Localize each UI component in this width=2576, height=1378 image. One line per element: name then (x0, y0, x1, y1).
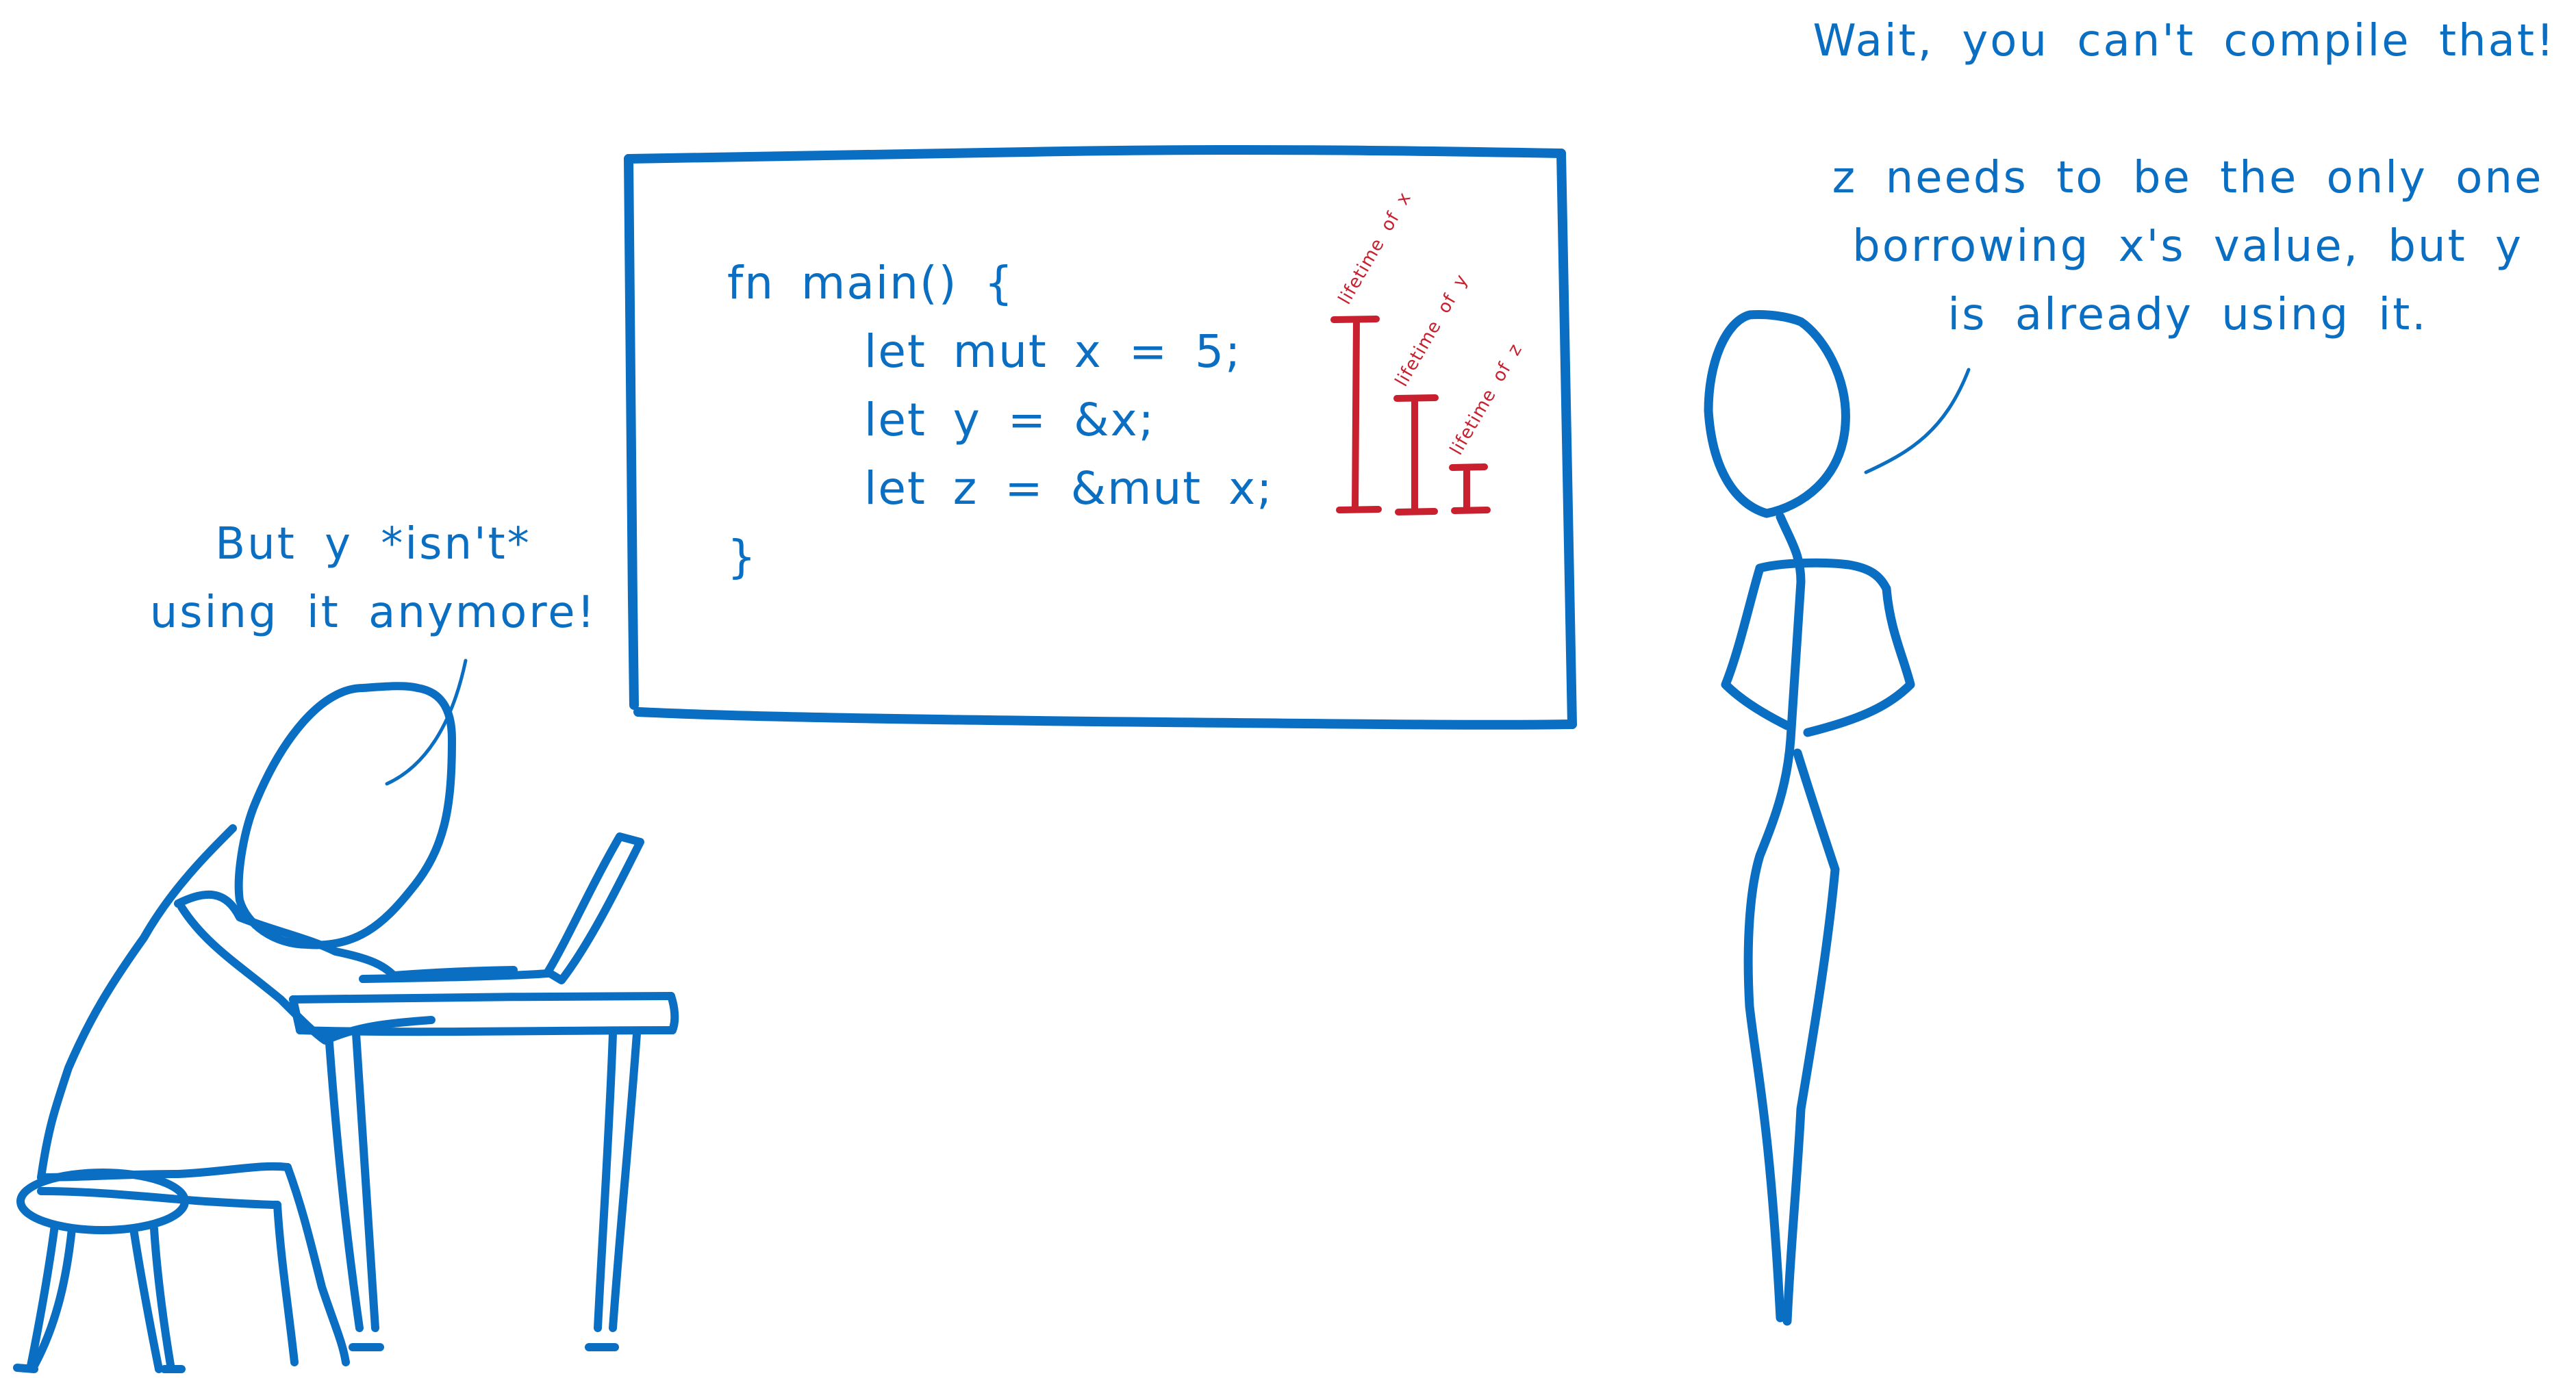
code-line-5: } (727, 531, 757, 583)
code-line-1: fn main() { (727, 257, 1015, 309)
explanation-line-3: is already using it. (1947, 290, 2428, 340)
code-line-4: let z = &mut x; (864, 462, 1274, 515)
standing-person (1704, 310, 1971, 1326)
seated-person-speech: But y *isn't* using it anymore! (147, 510, 599, 647)
seated-person-shin-back (273, 1201, 299, 1366)
seated-speech-line-2: using it anymore! (149, 587, 597, 638)
standing-person-right-arm (1803, 584, 1915, 737)
seated-speech-line-1: But y *isn't* (215, 519, 531, 570)
desk-top (289, 992, 675, 1004)
stool (13, 1169, 189, 1373)
explanation-line-2: borrowing x's value, but y (1852, 221, 2523, 272)
seated-person-head (234, 682, 456, 949)
code-line-3: let y = &x; (864, 394, 1155, 446)
lifetime-bar-x (1330, 316, 1382, 513)
explanation-line-1: z needs to be the only one (1832, 153, 2544, 203)
lifetime-bar-y (1393, 394, 1439, 515)
standing-person-shoulders (1755, 558, 1891, 594)
comic-scene: fn main() { let mut x = 5; let y = &x; l… (0, 0, 2576, 1378)
seated-person (37, 659, 518, 1366)
standing-person-exclamation: Wait, you can't compile that! (1813, 16, 2556, 66)
standing-person-left-arm (1721, 563, 1792, 730)
code-line-2: let mut x = 5; (864, 325, 1242, 378)
lifetime-bar-z (1449, 463, 1491, 514)
speech-tail-right (1864, 368, 1971, 474)
seated-person-back (37, 824, 237, 1182)
standing-person-right-leg (1782, 748, 1840, 1326)
standing-person-explanation: z needs to be the only one borrowing x's… (1808, 144, 2568, 349)
seated-person-shin-front (283, 1163, 350, 1366)
seated-person-thigh-lower (37, 1187, 281, 1209)
laptop (359, 832, 644, 984)
desk (289, 992, 679, 1351)
laptop-screen (544, 832, 644, 984)
